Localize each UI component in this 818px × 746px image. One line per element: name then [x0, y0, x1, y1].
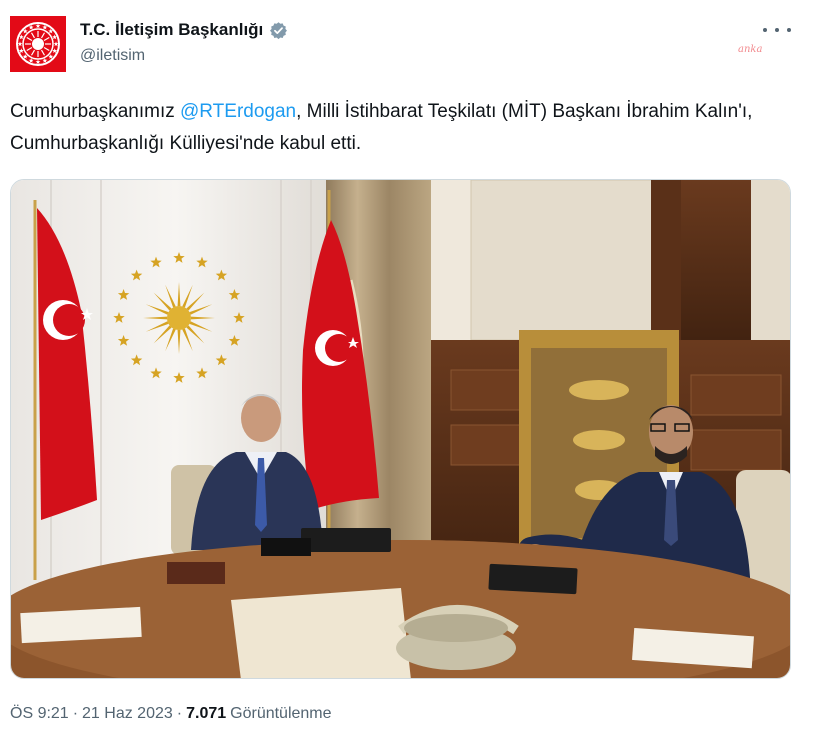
account-avatar[interactable]: [10, 16, 66, 72]
verified-badge-icon[interactable]: [269, 21, 288, 40]
tweet-card: T.C. İletişim Başkanlığı @iletisim anka …: [0, 0, 818, 746]
views-count[interactable]: 7.071: [186, 705, 226, 723]
tweet-photo[interactable]: [10, 179, 791, 679]
account-handle[interactable]: @iletisim: [80, 47, 145, 65]
display-name[interactable]: T.C. İletişim Başkanlığı: [80, 20, 263, 40]
meta-separator: ·: [176, 705, 183, 722]
watermark-logo: anka: [738, 44, 763, 55]
tweet-text-before: Cumhurbaşkanımız: [10, 101, 181, 122]
more-dot: [787, 28, 791, 32]
presidential-seal-icon: [10, 16, 66, 72]
views-label[interactable]: Görüntülenme: [230, 705, 331, 723]
tweet-text: Cumhurbaşkanımız @RTErdogan, Milli İstih…: [10, 96, 800, 160]
more-dot: [775, 28, 779, 32]
meeting-photo-illustration: [11, 180, 790, 678]
more-dot: [763, 28, 767, 32]
silver-bowl: [396, 605, 519, 670]
more-options-icon[interactable]: [763, 24, 791, 36]
meta-separator: ·: [72, 705, 79, 722]
tweet-meta: ÖS 9:21 · 21 Haz 2023 · 7.071 Görüntülen…: [10, 705, 332, 723]
tweet-time[interactable]: ÖS 9:21: [10, 705, 69, 723]
tweet-date[interactable]: 21 Haz 2023: [82, 705, 173, 723]
mention-link[interactable]: @RTErdogan: [180, 101, 296, 122]
account-name-row[interactable]: T.C. İletişim Başkanlığı: [80, 20, 288, 40]
